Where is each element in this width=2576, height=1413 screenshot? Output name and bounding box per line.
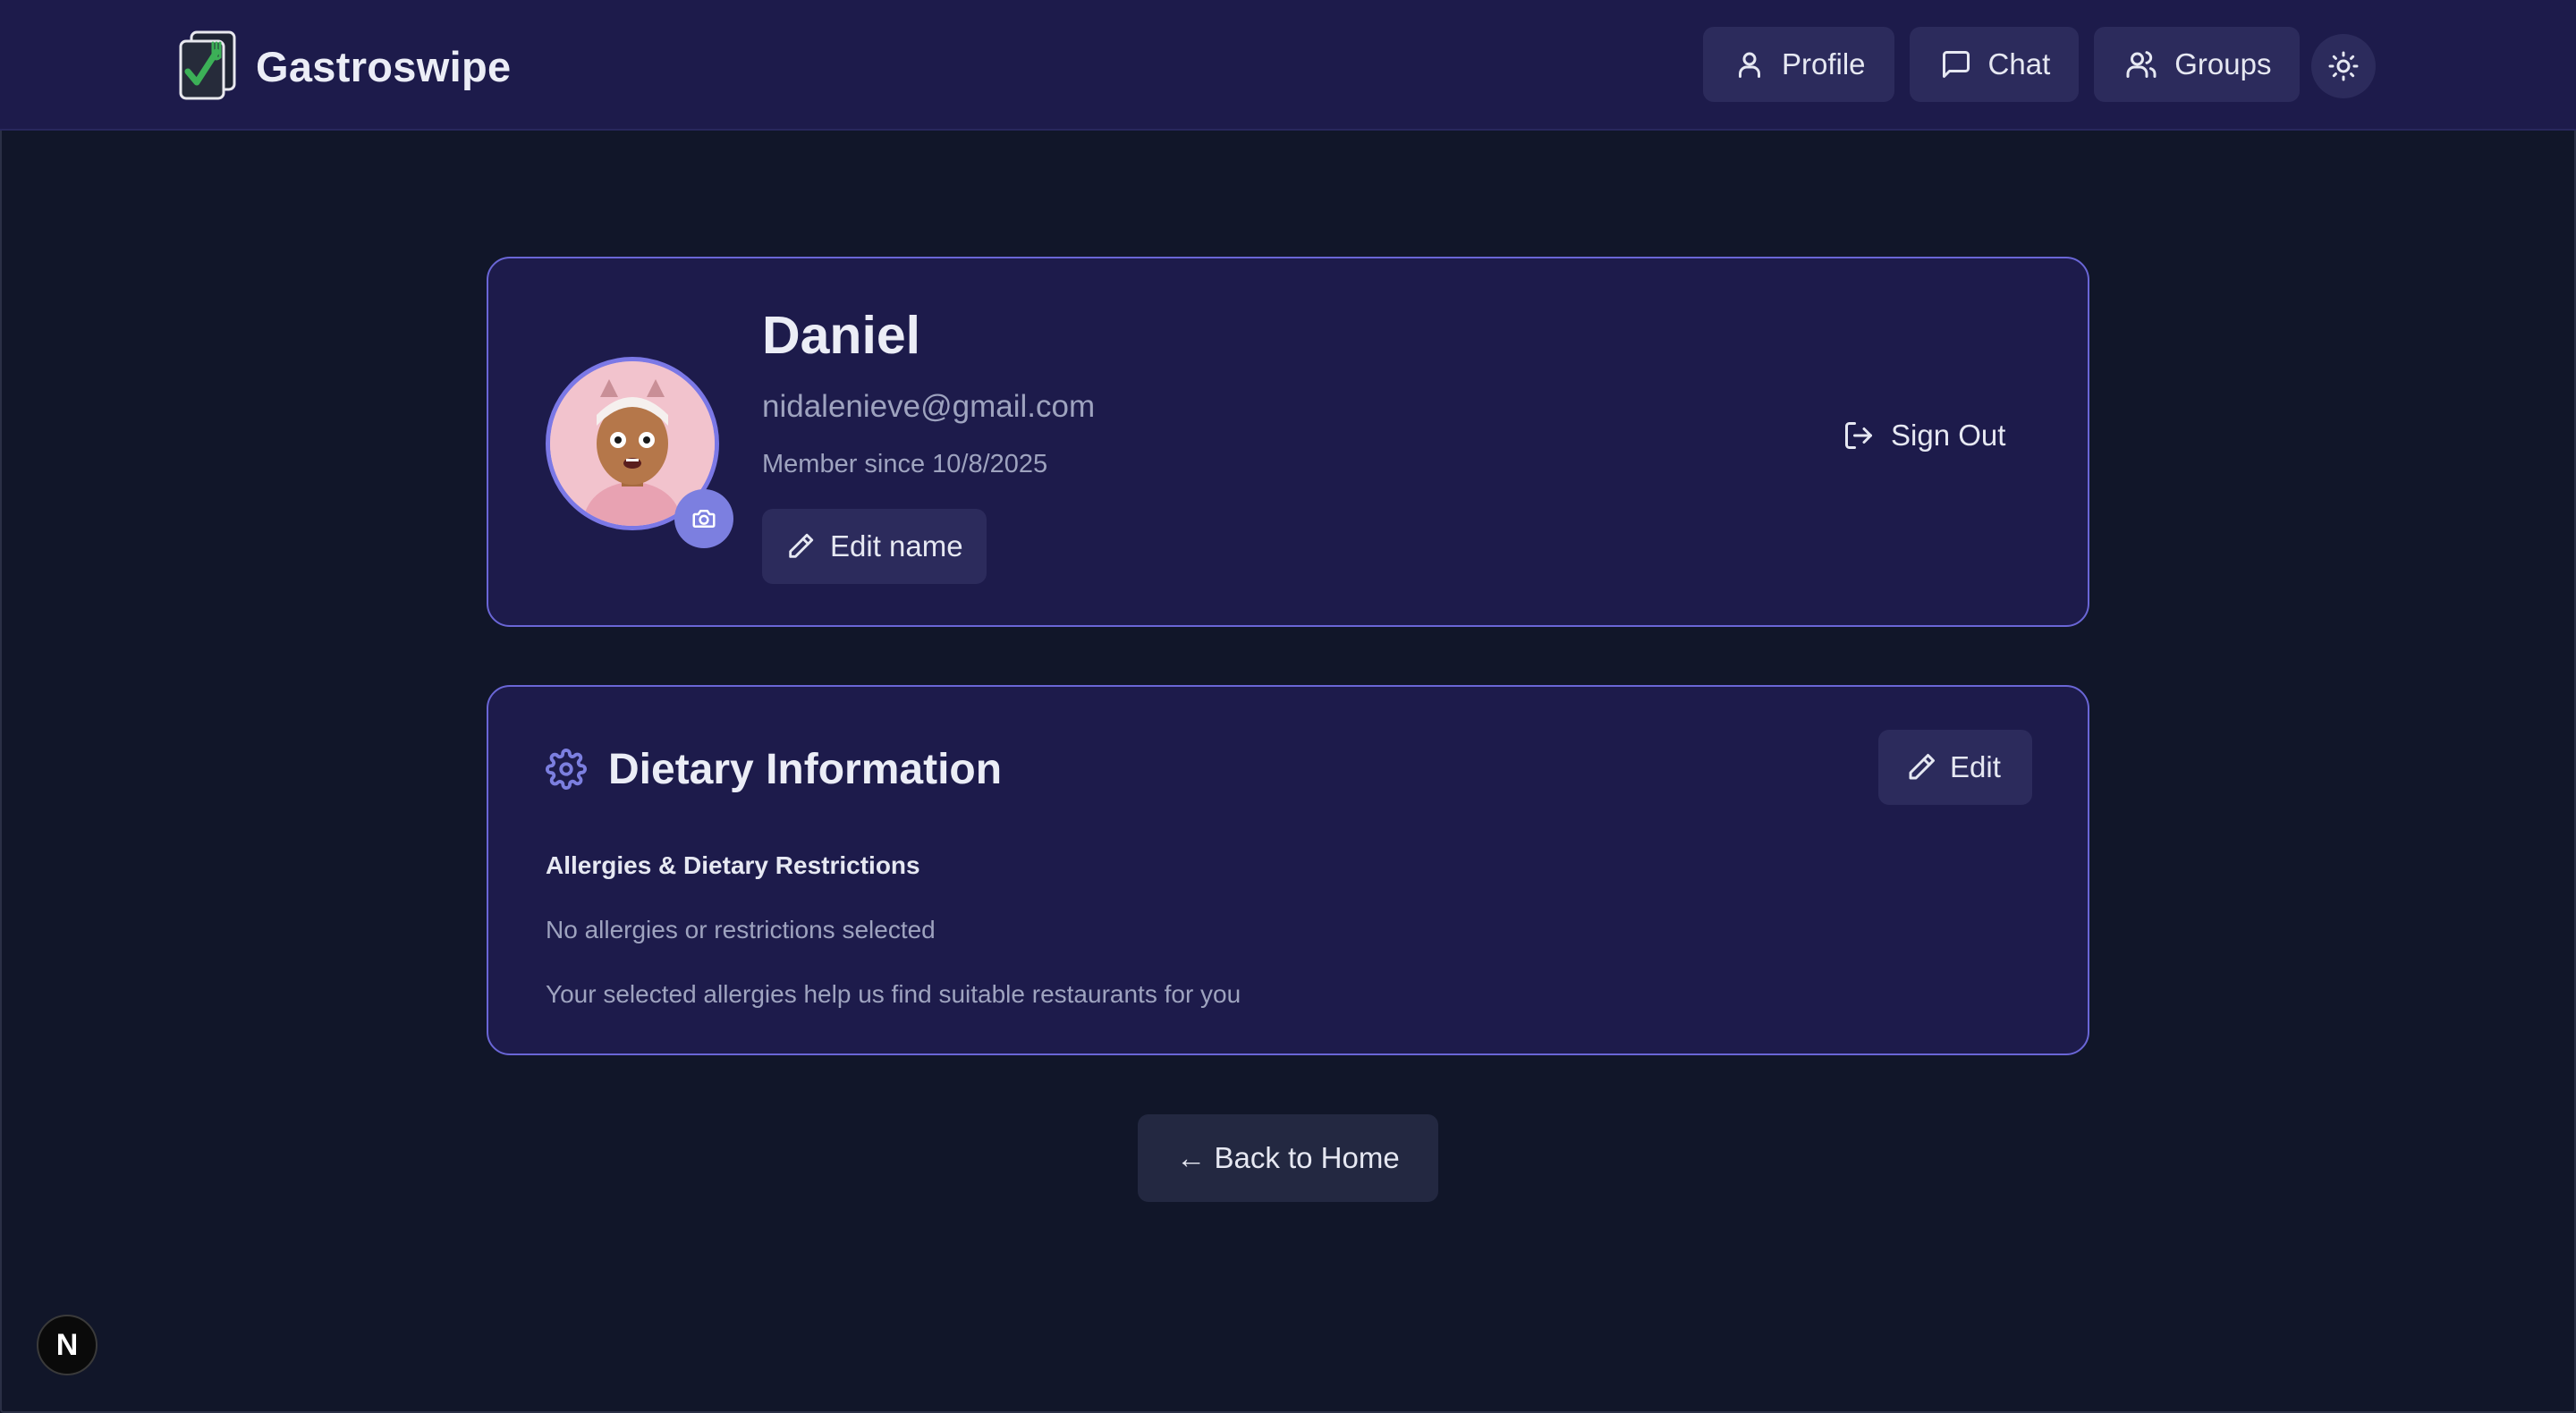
change-avatar-button[interactable] (674, 489, 733, 548)
users-icon (2126, 51, 2157, 78)
allergies-empty-state: No allergies or restrictions selected (546, 916, 936, 943)
profile-name: Daniel (762, 306, 921, 365)
sign-out-label: Sign Out (1891, 419, 2006, 452)
edit-dietary-button[interactable]: Edit (1878, 730, 2032, 805)
sign-out-icon (1845, 422, 1872, 449)
nav-groups-button[interactable]: Groups (2094, 27, 2301, 102)
allergies-help-text: Your selected allergies help us find sui… (546, 980, 1241, 1008)
dietary-card: Dietary Information Edit Allergies & Die… (487, 685, 2089, 1055)
pencil-icon (1909, 754, 1935, 780)
nav-chat-button[interactable]: Chat (1909, 27, 2080, 102)
nav-chat-label: Chat (1987, 47, 2051, 80)
chat-icon (1942, 51, 1970, 78)
main-nav: Profile Chat Groups (1703, 27, 2301, 102)
profile-email: nidalenieve@gmail.com (762, 389, 1096, 424)
brand[interactable]: Gastroswipe (177, 30, 511, 102)
gastroswipe-logo-icon (177, 30, 238, 102)
back-to-home-button[interactable]: ← Back to Home (1138, 1114, 1438, 1202)
pencil-icon (789, 533, 814, 558)
dev-tools-badge[interactable]: N (37, 1315, 97, 1375)
profile-card: Daniel nidalenieve@gmail.com Member sinc… (487, 257, 2089, 627)
dietary-title: Dietary Information (608, 745, 1003, 793)
sun-icon (2328, 51, 2359, 81)
edit-dietary-label: Edit (1950, 750, 2001, 783)
camera-icon (692, 510, 716, 528)
user-icon (1739, 52, 1760, 78)
top-navbar: Gastroswipe Profile Chat Groups (0, 0, 2576, 131)
dietary-heading: Dietary Information (546, 740, 1002, 798)
sign-out-button[interactable]: Sign Out (1843, 410, 2005, 461)
edit-name-label: Edit name (830, 529, 963, 563)
gear-icon (546, 749, 587, 790)
app-name: Gastroswipe (256, 42, 512, 90)
nav-profile-label: Profile (1782, 47, 1866, 80)
allergies-subheading: Allergies & Dietary Restrictions (546, 851, 920, 879)
nav-profile-button[interactable]: Profile (1703, 27, 1894, 102)
theme-toggle-button[interactable] (2311, 34, 2376, 98)
edit-name-button[interactable]: Edit name (762, 509, 987, 584)
nav-groups-label: Groups (2174, 47, 2272, 80)
member-since: Member since 10/8/2025 (762, 450, 1048, 478)
